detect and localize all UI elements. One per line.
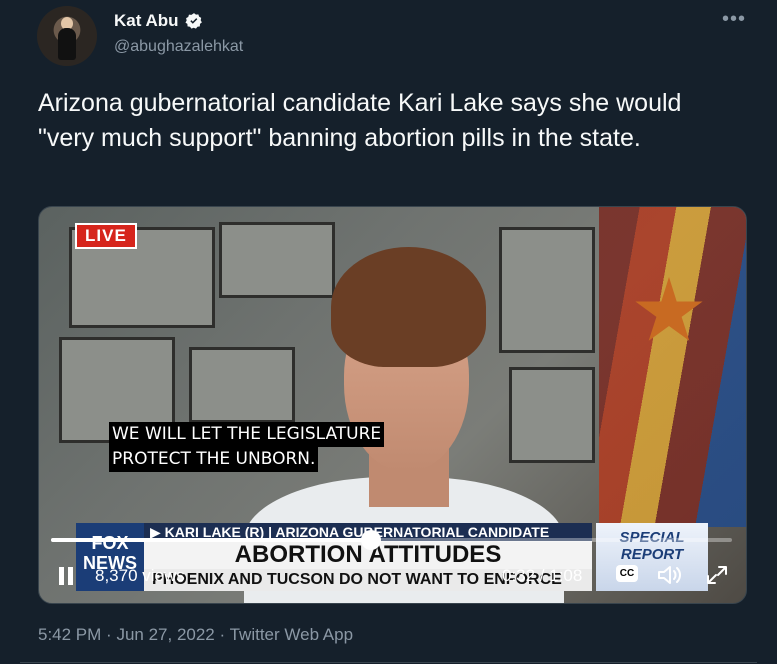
- video-controls: 8,370 views 0:32 / 1:08 CC: [39, 563, 746, 593]
- meta-separator: ·: [106, 625, 112, 644]
- author-name-row: Kat Abu: [114, 11, 203, 31]
- progress-scrubber[interactable]: [361, 530, 382, 550]
- verified-badge-icon: [184, 13, 202, 29]
- tweet-metadata: 5:42 PM · Jun 27, 2022 · Twitter Web App: [38, 625, 353, 645]
- caption-line-2: PROTECT THE UNBORN.: [109, 447, 319, 472]
- more-horizontal-icon[interactable]: •••: [722, 8, 746, 31]
- video-player[interactable]: LIVE WE WILL LET THE LEGISLATURE PROTECT…: [38, 206, 747, 604]
- pause-icon[interactable]: [58, 567, 74, 585]
- background-frame: [499, 227, 595, 353]
- author-handle[interactable]: @abughazalehkat: [114, 38, 243, 56]
- arizona-flag: [599, 207, 746, 527]
- meta-separator: ·: [219, 625, 226, 644]
- video-progress-bar[interactable]: [51, 530, 732, 550]
- background-frame: [509, 367, 595, 463]
- view-count: 8,370 views: [95, 566, 185, 585]
- speaker-hair: [331, 247, 486, 367]
- background-frame: [219, 222, 335, 298]
- background-frame: [189, 347, 295, 423]
- caption-line-1: WE WILL LET THE LEGISLATURE: [109, 422, 385, 447]
- tweet-timestamp[interactable]: 5:42 PM: [38, 625, 101, 644]
- fullscreen-icon[interactable]: [704, 563, 730, 587]
- closed-captions-icon[interactable]: CC: [616, 565, 638, 582]
- time-display: 0:32 / 1:08: [502, 566, 583, 585]
- avatar[interactable]: [37, 6, 97, 66]
- avatar-figure: [58, 28, 76, 60]
- video-caption: WE WILL LET THE LEGISLATURE PROTECT THE …: [109, 422, 385, 472]
- display-name[interactable]: Kat Abu: [114, 11, 179, 31]
- tweet-source[interactable]: Twitter Web App: [230, 625, 353, 644]
- volume-icon[interactable]: [657, 564, 683, 586]
- special-report-line-2: REPORT: [620, 546, 684, 563]
- divider: [20, 662, 757, 663]
- tweet-text: Arizona gubernatorial candidate Kari Lak…: [38, 89, 682, 152]
- tweet-date[interactable]: Jun 27, 2022: [116, 625, 214, 644]
- live-badge: LIVE: [75, 223, 137, 249]
- progress-fill: [51, 538, 372, 542]
